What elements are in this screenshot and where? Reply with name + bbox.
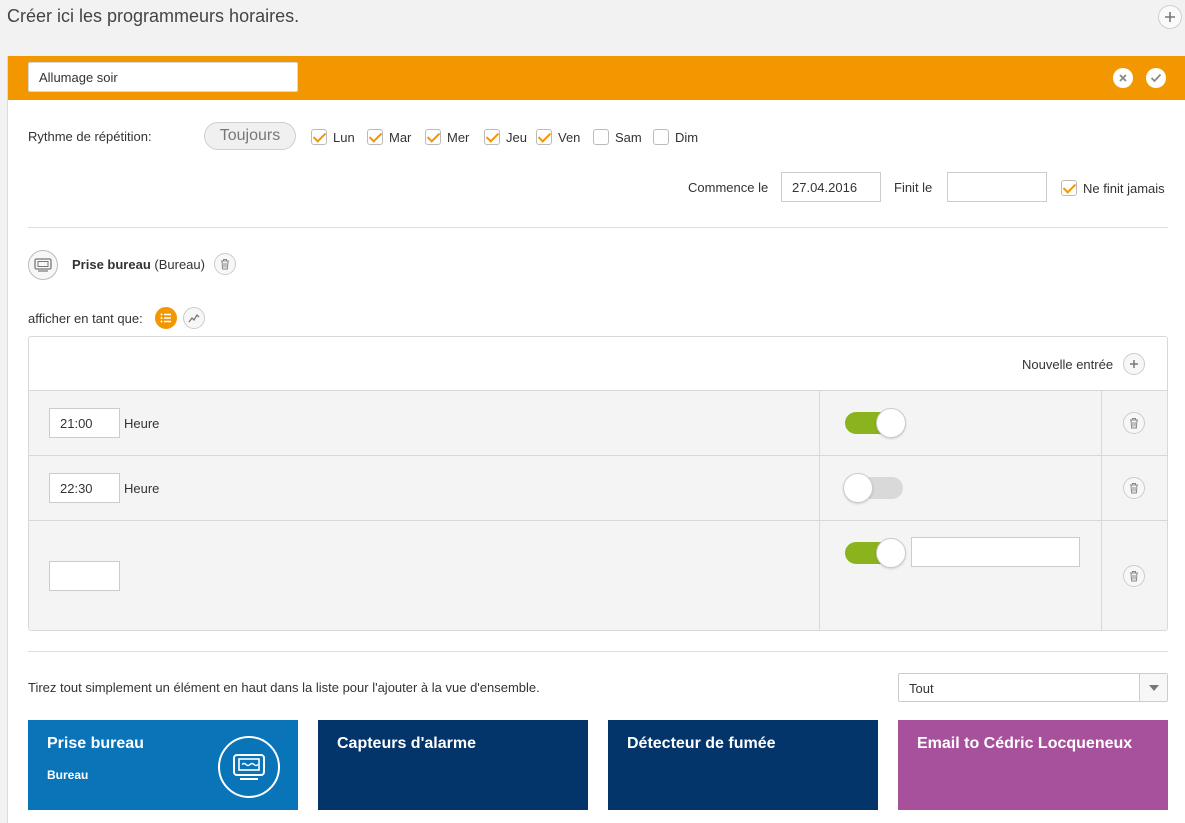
column-divider <box>819 521 820 630</box>
state-toggle[interactable] <box>845 538 906 568</box>
trash-icon <box>1130 418 1138 429</box>
day-wed-label: Mer <box>447 129 470 145</box>
day-tue-checkbox[interactable] <box>367 129 383 145</box>
day-mon-label: Lun <box>333 129 355 145</box>
always-button[interactable]: Toujours <box>204 122 296 150</box>
day-fri-label: Ven <box>558 129 581 145</box>
trash-icon <box>1130 483 1138 494</box>
program-panel: Rythme de répétition: Toujours Lun Mar M… <box>7 56 1185 823</box>
view-chart-button[interactable] <box>183 307 205 329</box>
day-thu-label: Jeu <box>506 129 527 145</box>
cancel-button[interactable] <box>1113 68 1133 88</box>
day-tue-label: Mar <box>389 129 412 145</box>
column-divider <box>1101 456 1102 520</box>
delete-entry-button[interactable] <box>1123 477 1145 499</box>
plug-box-icon <box>218 736 280 798</box>
time-input[interactable] <box>49 561 120 591</box>
trash-icon <box>221 259 229 270</box>
day-sun-checkbox[interactable] <box>653 129 669 145</box>
plus-icon <box>1165 12 1175 22</box>
program-header-bar <box>8 56 1185 100</box>
device-room: (Bureau) <box>154 257 205 272</box>
table-row: Heure <box>29 455 1167 520</box>
line-chart-icon <box>188 313 200 323</box>
delete-entry-button[interactable] <box>1123 565 1145 587</box>
day-fri-checkbox[interactable] <box>536 129 552 145</box>
day-wed-checkbox[interactable] <box>425 129 441 145</box>
state-toggle[interactable] <box>843 473 903 503</box>
delete-entry-button[interactable] <box>1123 412 1145 434</box>
new-entry-label: Nouvelle entrée <box>1022 357 1114 372</box>
toggle-knob[interactable] <box>876 408 906 438</box>
add-program-button[interactable] <box>1158 5 1182 29</box>
start-date-input[interactable] <box>781 172 881 202</box>
plug-box-icon <box>34 258 52 272</box>
tile-title: Email to Cédric Locqueneux <box>917 735 1133 752</box>
entries-table: Nouvelle entrée Heure Heure <box>28 336 1168 631</box>
repeat-label: Rythme de répétition: <box>28 129 152 144</box>
day-sat[interactable]: Sam <box>593 129 642 145</box>
time-input[interactable] <box>49 473 120 503</box>
filter-select[interactable]: Tout <box>898 673 1168 702</box>
never-ends-checkbox[interactable] <box>1061 180 1077 196</box>
day-sat-label: Sam <box>615 129 642 145</box>
day-mon-checkbox[interactable] <box>311 129 327 145</box>
section-divider <box>28 227 1168 228</box>
list-icon <box>160 313 171 323</box>
view-as-label: afficher en tant que: <box>28 311 143 326</box>
entry-value-input[interactable] <box>911 537 1080 567</box>
new-entry-button[interactable] <box>1123 353 1145 375</box>
start-date-label: Commence le <box>688 180 769 195</box>
confirm-button[interactable] <box>1146 68 1166 88</box>
close-icon <box>1119 74 1127 82</box>
section-divider <box>28 651 1168 652</box>
tile-title: Prise bureau <box>47 735 144 752</box>
tile-title: Capteurs d'alarme <box>337 735 476 752</box>
view-list-button[interactable] <box>155 307 177 329</box>
day-thu-checkbox[interactable] <box>484 129 500 145</box>
end-date-input[interactable] <box>947 172 1047 202</box>
tile-alarm-sensors[interactable]: Capteurs d'alarme <box>318 720 588 810</box>
device-name: Prise bureau <box>72 257 151 272</box>
day-mon[interactable]: Lun <box>311 129 355 145</box>
never-ends-option[interactable]: Ne finit jamais <box>1061 180 1165 196</box>
toggle-knob[interactable] <box>843 473 873 503</box>
day-thu[interactable]: Jeu <box>484 129 527 145</box>
drag-hint: Tirez tout simplement un élément en haut… <box>28 680 540 695</box>
day-fri[interactable]: Ven <box>536 129 580 145</box>
time-unit-label: Heure <box>124 481 160 496</box>
column-divider <box>819 456 820 520</box>
device-title: Prise bureau (Bureau) <box>72 257 205 272</box>
program-name-input[interactable] <box>28 62 298 92</box>
table-row <box>29 520 1167 630</box>
tile-prise-bureau[interactable]: Prise bureau Bureau <box>28 720 298 810</box>
plus-icon <box>1130 360 1138 368</box>
time-unit-label: Heure <box>124 416 160 431</box>
day-wed[interactable]: Mer <box>425 129 469 145</box>
column-divider <box>1101 391 1102 455</box>
trash-icon <box>1130 571 1138 582</box>
toggle-knob[interactable] <box>876 538 906 568</box>
column-divider <box>1101 521 1102 630</box>
end-date-label: Finit le <box>894 180 933 195</box>
tile-email[interactable]: Email to Cédric Locqueneux <box>898 720 1168 810</box>
device-icon <box>28 250 58 280</box>
state-toggle[interactable] <box>845 408 906 438</box>
chevron-down-icon[interactable] <box>1139 674 1167 701</box>
page-title: Créer ici les programmeurs horaires. <box>7 6 300 26</box>
tile-smoke-detector[interactable]: Détecteur de fumée <box>608 720 878 810</box>
filter-selected-value: Tout <box>909 681 934 696</box>
remove-device-button[interactable] <box>214 253 236 275</box>
day-sun[interactable]: Dim <box>653 129 698 145</box>
day-sat-checkbox[interactable] <box>593 129 609 145</box>
time-input[interactable] <box>49 408 120 438</box>
never-ends-label: Ne finit jamais <box>1083 180 1165 196</box>
tile-title: Détecteur de fumée <box>627 735 776 752</box>
tile-subtitle: Bureau <box>47 768 89 782</box>
column-divider <box>819 391 820 455</box>
day-tue[interactable]: Mar <box>367 129 411 145</box>
table-row: Heure <box>29 390 1167 455</box>
day-sun-label: Dim <box>675 129 699 145</box>
check-icon <box>1150 73 1162 83</box>
